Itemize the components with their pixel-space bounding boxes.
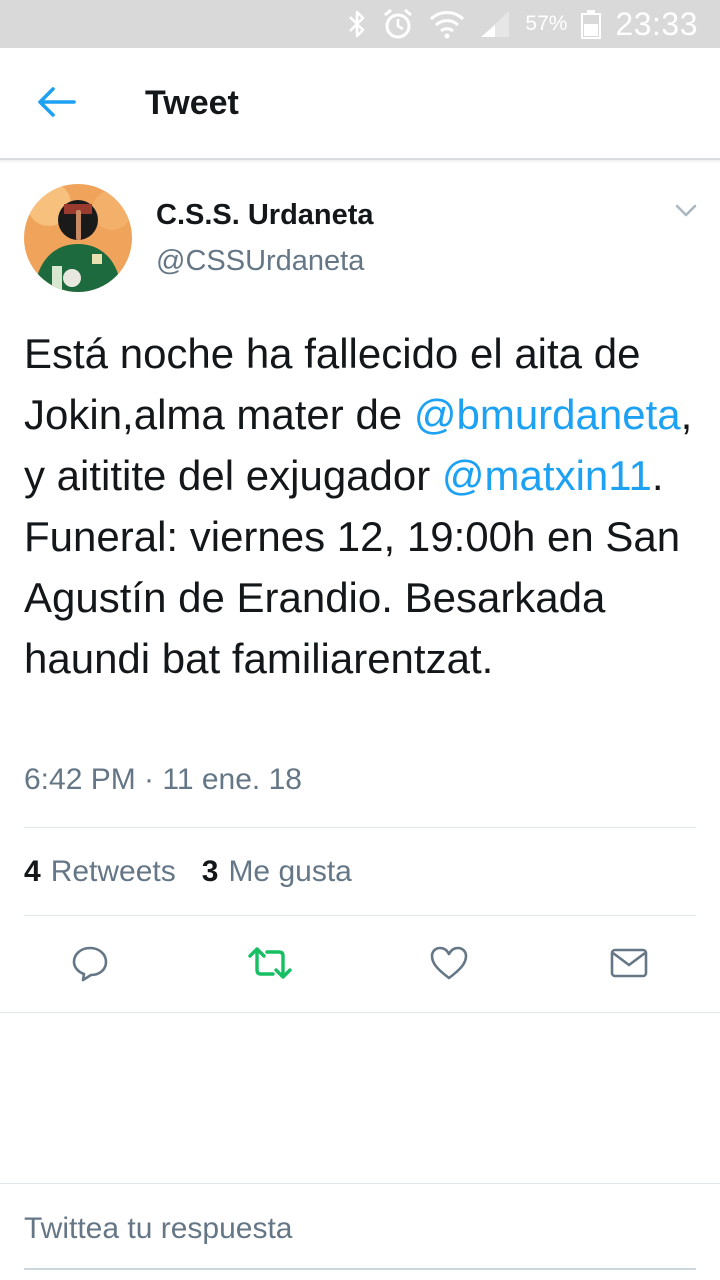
app-bar: Tweet bbox=[0, 48, 720, 160]
heart-icon bbox=[429, 945, 469, 986]
page-title: Tweet bbox=[145, 84, 239, 122]
avatar[interactable] bbox=[24, 184, 132, 292]
reply-icon bbox=[71, 944, 109, 987]
mention-link[interactable]: @matxin11 bbox=[442, 452, 652, 499]
divider bbox=[24, 915, 696, 916]
signal-icon bbox=[479, 9, 511, 39]
reply-input-underline bbox=[24, 1268, 696, 1270]
retweets-label: Retweets bbox=[50, 855, 176, 888]
arrow-left-icon bbox=[36, 86, 76, 123]
author-handle[interactable]: @CSSUrdaneta bbox=[156, 245, 364, 278]
retweet-button[interactable] bbox=[245, 940, 295, 990]
status-bar: 57% 23:33 bbox=[0, 0, 720, 48]
wifi-icon bbox=[429, 9, 465, 39]
likes-count: 3 bbox=[201, 855, 219, 888]
divider bbox=[0, 1012, 720, 1013]
alarm-icon bbox=[381, 7, 415, 41]
clock: 23:33 bbox=[615, 5, 698, 42]
back-button[interactable] bbox=[30, 82, 82, 126]
divider bbox=[0, 1183, 720, 1184]
tweet-timestamp[interactable]: 6:42 PM · 11 ene. 18 bbox=[24, 763, 302, 797]
chevron-down-icon bbox=[675, 204, 697, 223]
retweets-count: 4 bbox=[24, 855, 41, 888]
battery-percent: 57% bbox=[525, 12, 568, 35]
divider bbox=[24, 827, 696, 828]
tweet-actions bbox=[0, 940, 720, 990]
direct-message-button[interactable] bbox=[604, 940, 654, 990]
likes-stat[interactable]: 3 Me gusta bbox=[202, 855, 352, 889]
mention-link[interactable]: @bmurdaneta bbox=[414, 391, 681, 438]
author-display-name[interactable]: C.S.S. Urdaneta bbox=[156, 199, 374, 232]
like-button[interactable] bbox=[424, 940, 474, 990]
bluetooth-icon bbox=[347, 9, 367, 39]
likes-label: Me gusta bbox=[228, 855, 352, 888]
more-options-button[interactable] bbox=[668, 198, 704, 228]
tweet-text: Está noche ha fallecido el aita de Jokin… bbox=[24, 323, 700, 689]
reply-button[interactable] bbox=[65, 940, 115, 990]
battery-icon bbox=[581, 9, 602, 39]
retweet-icon bbox=[247, 946, 293, 985]
envelope-icon bbox=[609, 947, 649, 984]
tweet-stats: 4 Retweets 3 Me gusta bbox=[24, 855, 352, 889]
reply-input[interactable]: Twittea tu respuesta bbox=[24, 1212, 696, 1246]
retweets-stat[interactable]: 4 Retweets bbox=[24, 855, 176, 889]
